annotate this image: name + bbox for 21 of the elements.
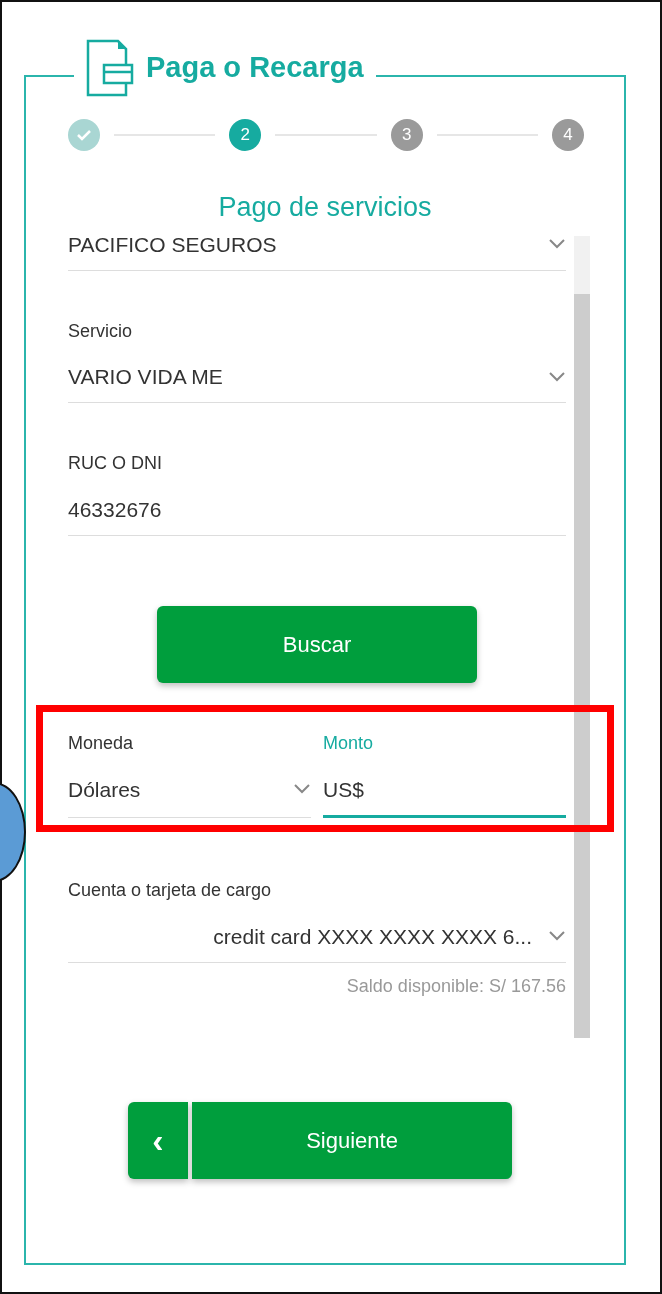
dropdown-value[interactable]: Dólares — [68, 776, 141, 803]
balance-text: Saldo disponible: S/ 167.56 — [345, 974, 566, 998]
dropdown-value[interactable]: PACIFICO SEGUROS — [68, 231, 277, 257]
field-label: Servicio — [68, 320, 134, 343]
chevron-down-icon[interactable] — [548, 238, 566, 251]
chevron-down-icon[interactable] — [548, 370, 566, 383]
search-button[interactable]: Buscar — [157, 606, 477, 684]
back-button[interactable]: ‹ — [128, 1101, 188, 1179]
input-value[interactable]: US$ — [323, 776, 364, 803]
field-label: RUC O DNI — [68, 453, 163, 476]
next-button[interactable]: Siguiente — [192, 1101, 512, 1179]
field-label: Monto — [323, 733, 375, 755]
field-label: Moneda — [68, 733, 135, 755]
dropdown-value[interactable]: VARIO VIDA ME — [68, 364, 223, 390]
dropdown-value[interactable]: credit card XXXX XXXX XXXX 6... — [213, 923, 532, 949]
section-title: Pago de servicios — [217, 191, 433, 224]
field-label: Cuenta o tarjeta de cargo — [68, 880, 273, 902]
input-value[interactable]: 46332676 — [68, 497, 162, 523]
page-title: Paga o Recarga — [146, 50, 364, 86]
chevron-down-icon[interactable] — [293, 783, 311, 796]
chevron-down-icon[interactable] — [548, 930, 566, 943]
